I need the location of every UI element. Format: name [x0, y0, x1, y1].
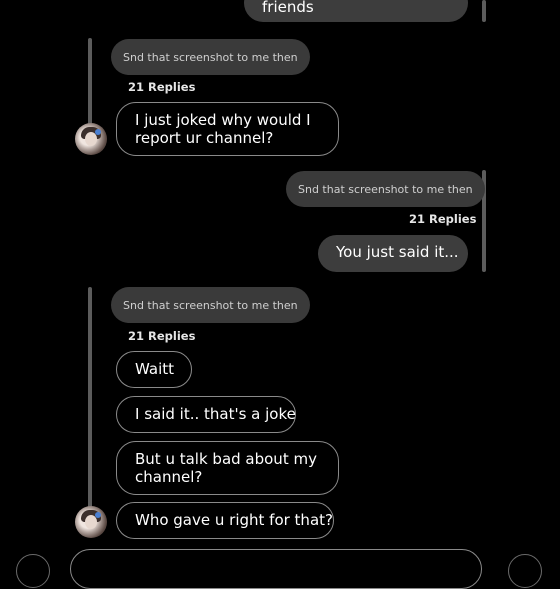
thread-line: [482, 0, 486, 22]
quoted-text: Snd that screenshot to me then: [123, 298, 298, 312]
message-text: I said it.. that's a joke: [135, 405, 296, 423]
quoted-text: Snd that screenshot to me then: [298, 182, 473, 196]
quoted-message-pill[interactable]: Snd that screenshot to me then: [111, 287, 310, 323]
incoming-message-bubble[interactable]: I just joked why would I report ur chann…: [116, 102, 339, 156]
incoming-message-bubble[interactable]: Waitt: [116, 351, 192, 388]
reply-count[interactable]: 21 Replies: [128, 80, 195, 94]
message-text: Who gave u right for that?: [135, 511, 333, 529]
quoted-text: Snd that screenshot to me then: [123, 50, 298, 64]
right-action-button[interactable]: [508, 554, 542, 588]
quoted-message-pill[interactable]: Snd that screenshot to me then: [111, 39, 310, 75]
incoming-message-bubble[interactable]: I said it.. that's a joke: [116, 396, 296, 433]
message-text: I just joked why would I report ur chann…: [135, 111, 311, 147]
quoted-message-pill[interactable]: Snd that screenshot to me then: [286, 171, 485, 207]
message-text: You just said it...: [336, 243, 459, 261]
outgoing-message-bubble[interactable]: friends: [244, 0, 468, 22]
left-action-button[interactable]: [16, 554, 50, 588]
message-input[interactable]: [70, 549, 482, 589]
message-text: Waitt: [135, 360, 174, 378]
thread-line: [88, 287, 92, 509]
avatar[interactable]: [75, 123, 107, 155]
reply-count[interactable]: 21 Replies: [409, 212, 476, 226]
message-text: But u talk bad about my channel?: [135, 450, 317, 486]
message-text: friends: [262, 0, 314, 16]
reply-count[interactable]: 21 Replies: [128, 329, 195, 343]
incoming-message-bubble[interactable]: Who gave u right for that?: [116, 502, 334, 539]
avatar[interactable]: [75, 506, 107, 538]
incoming-message-bubble[interactable]: But u talk bad about my channel?: [116, 441, 339, 495]
outgoing-message-bubble[interactable]: You just said it...: [318, 235, 468, 272]
